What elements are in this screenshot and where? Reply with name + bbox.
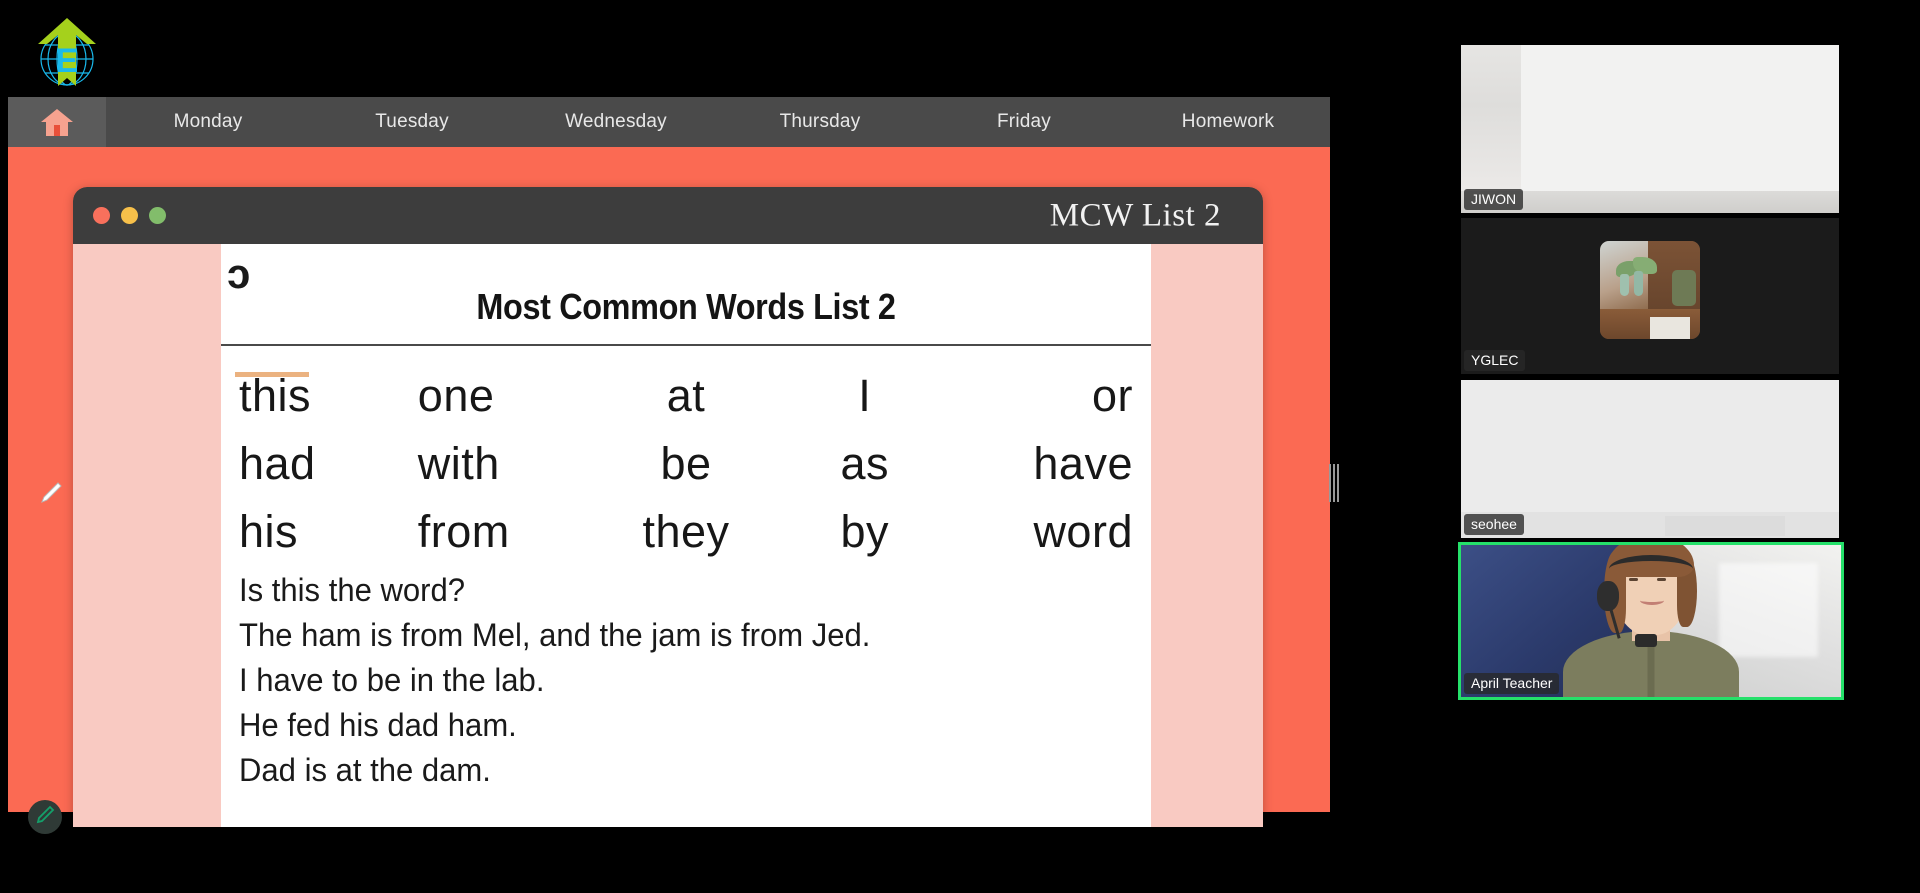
word-cell: have (1033, 438, 1133, 489)
word-cell: at (666, 370, 706, 421)
sentence-line: Is this the word? (239, 572, 466, 608)
sentence-line: Dad is at the dam. (239, 751, 491, 788)
pen-tool-button[interactable] (28, 800, 62, 834)
window-controls (93, 207, 166, 224)
word-cell: his (239, 506, 299, 557)
video-frame-detail (1665, 516, 1786, 536)
participant-webcam-image (1556, 545, 1746, 697)
word-row: his from they by word (235, 498, 1137, 566)
video-frame (1517, 45, 1839, 195)
word-cell: from (417, 506, 510, 557)
grip-bar (1333, 464, 1335, 502)
lesson-page-body: MCW List 2 ɔ Most Common Words List 2 th… (8, 147, 1330, 834)
word-cell: had (239, 438, 316, 489)
word-cell: word (1033, 506, 1133, 557)
participant-name: April Teacher (1464, 673, 1560, 694)
pencil-cursor-icon (38, 480, 64, 506)
slide-title: MCW List 2 (1049, 197, 1221, 233)
video-frame-detail (1650, 317, 1690, 339)
svg-text:E: E (56, 42, 79, 80)
participant-name: seohee (1464, 514, 1524, 535)
word-cell: I (858, 370, 872, 421)
nav-item-tuesday[interactable]: Tuesday (310, 111, 514, 133)
home-tab[interactable] (8, 97, 106, 147)
word-cell: as (840, 438, 890, 489)
participant-video-rail: JIWON YGLEC seohee April Teacher (1455, 0, 1855, 893)
worksheet-heading: Most Common Words List 2 (476, 286, 896, 327)
participant-name: YGLEC (1464, 350, 1526, 371)
slide-window: MCW List 2 ɔ Most Common Words List 2 th… (73, 187, 1263, 827)
video-frame-detail (1672, 270, 1696, 307)
video-thumbnail (1600, 240, 1700, 339)
word-row: had with be as have (235, 430, 1137, 498)
worksheet-paper: ɔ Most Common Words List 2 this one at I… (221, 244, 1151, 827)
home-icon (40, 107, 74, 137)
nav-item-homework[interactable]: Homework (1126, 111, 1330, 133)
sentence-list: Is this the word? The ham is from Mel, a… (239, 572, 1139, 799)
worksheet-frame: ɔ Most Common Words List 2 this one at I… (73, 244, 1263, 827)
word-cell: be (660, 438, 712, 489)
main-navigation: Monday Tuesday Wednesday Thursday Friday… (8, 97, 1330, 147)
word-row: this one at I or (235, 362, 1137, 430)
pen-tool-icon (35, 805, 55, 830)
heading-divider (221, 344, 1151, 346)
sentence-line: The ham is from Mel, and the jam is from… (239, 616, 871, 653)
video-frame-detail (1634, 271, 1643, 297)
grip-bar (1337, 464, 1339, 502)
sentence-line: I have to be in the lab. (239, 661, 545, 698)
nav-item-friday[interactable]: Friday (922, 111, 1126, 133)
participant-name: JIWON (1464, 189, 1524, 210)
sentence-line: He fed his dad ham. (239, 706, 517, 743)
minimize-button[interactable] (121, 207, 138, 224)
participant-tile-seohee[interactable]: seohee (1461, 380, 1839, 538)
nav-item-thursday[interactable]: Thursday (718, 111, 922, 133)
participant-tile-jiwon[interactable]: JIWON (1461, 45, 1839, 213)
word-cell: with (417, 438, 500, 489)
close-button[interactable] (93, 207, 110, 224)
video-frame-detail (1461, 45, 1521, 195)
slide-titlebar: MCW List 2 (73, 187, 1263, 244)
shared-screen-content: E Monday Tuesday Wednesday Thursday Frid… (0, 0, 1339, 893)
word-cell: one (417, 370, 495, 421)
maximize-button[interactable] (149, 207, 166, 224)
word-cell: by (840, 506, 890, 557)
stray-glyph: ɔ (227, 250, 251, 297)
word-cell: they (642, 506, 730, 557)
nav-item-wednesday[interactable]: Wednesday (514, 111, 718, 133)
word-grid: this one at I or had with be as have his… (235, 362, 1137, 566)
resize-grip-handle[interactable] (1329, 462, 1339, 504)
word-cell: this (239, 370, 312, 421)
video-frame-detail (1620, 274, 1629, 297)
word-cell: or (1091, 370, 1133, 421)
screen: E Monday Tuesday Wednesday Thursday Frid… (0, 0, 1920, 893)
participant-tile-april-teacher[interactable]: April Teacher (1458, 542, 1844, 700)
eagle-globe-logo: E (28, 12, 106, 94)
grip-bar (1329, 464, 1331, 502)
nav-item-monday[interactable]: Monday (106, 111, 310, 133)
participant-tile-yglec[interactable]: YGLEC (1461, 218, 1839, 374)
